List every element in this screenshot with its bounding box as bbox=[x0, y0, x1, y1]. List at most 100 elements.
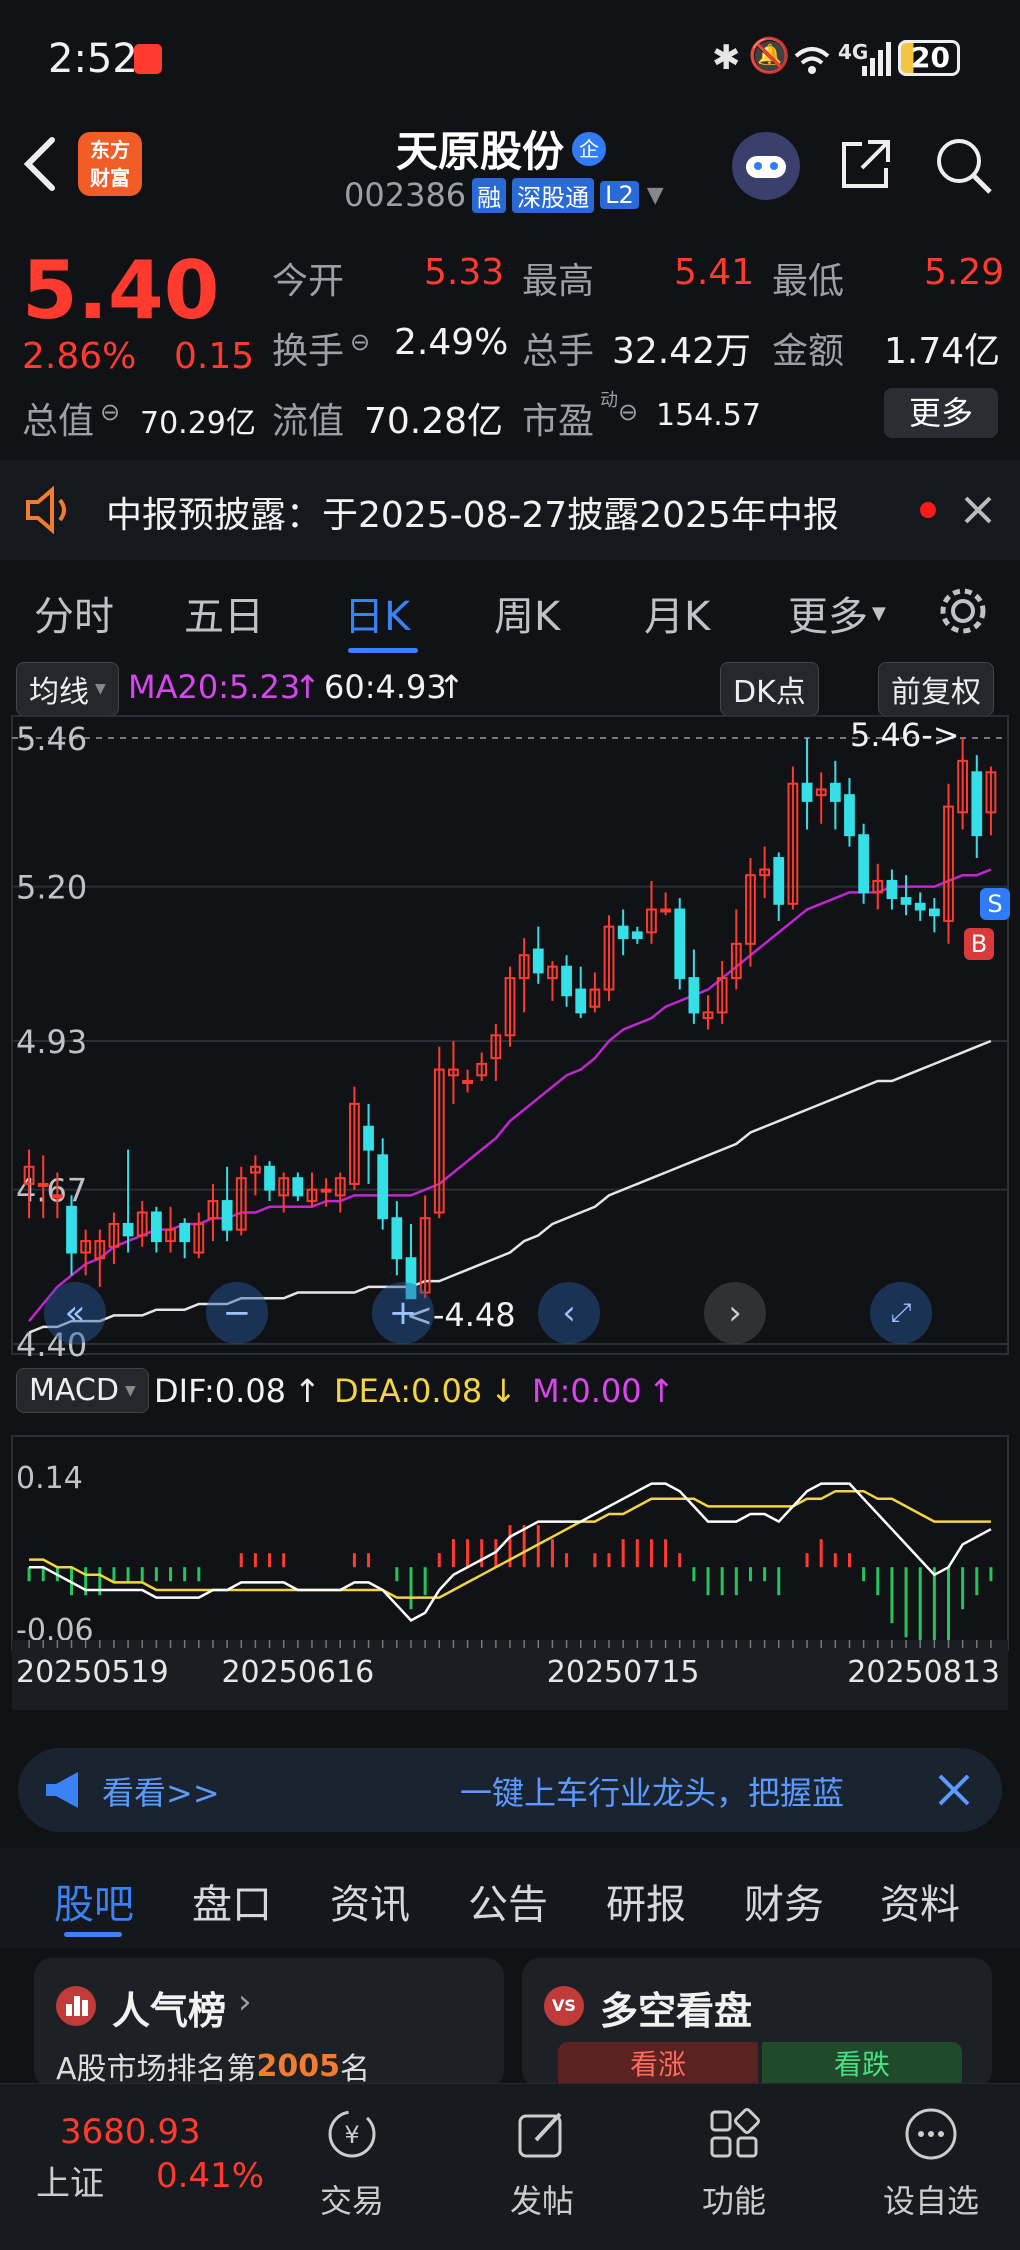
scroll-left-fast-button[interactable]: « bbox=[44, 1282, 106, 1344]
ma60-readout: 60:4.93 bbox=[324, 668, 447, 706]
assistant-avatar[interactable] bbox=[732, 132, 800, 200]
popularity-suffix: 名 bbox=[340, 2052, 371, 2087]
volume-value: 32.42万 bbox=[612, 331, 752, 372]
trade-icon: ¥ bbox=[328, 2110, 376, 2158]
ma20-readout: MA20:5.23 bbox=[128, 668, 301, 706]
megaphone-icon bbox=[46, 1772, 78, 1808]
zoom-in-button[interactable]: + bbox=[372, 1282, 434, 1344]
popularity-card[interactable]: 人气榜 › A股市场排名第 2005 名 bbox=[34, 1958, 504, 2088]
candle-down bbox=[886, 879, 898, 900]
indicator-selector-label: MACD bbox=[29, 1373, 119, 1408]
top-bar: 东方 财富 天原股份 企 002386 融 深股通 L2 ▼ bbox=[0, 110, 1020, 230]
nav-functions[interactable]: 功能 bbox=[682, 2084, 786, 2244]
more-button[interactable]: 更多 bbox=[884, 388, 998, 438]
sub-tabs: 股吧 盘口 资讯 公告 研报 财务 资料 bbox=[0, 1848, 1020, 1948]
tab-more[interactable]: 更多 ▼ bbox=[788, 584, 886, 642]
caret-down-icon: ▼ bbox=[95, 681, 106, 697]
share-icon[interactable] bbox=[838, 136, 894, 192]
max-price-marker: 5.46-> bbox=[850, 716, 960, 754]
ma-selector-label: 均线 bbox=[29, 675, 89, 710]
fullscreen-button[interactable]: ⤢ bbox=[870, 1282, 932, 1344]
tab-announcements[interactable]: 公告 bbox=[468, 1872, 548, 1930]
notice-text: 中报预披露：于2025-08-27披露2025年中报 bbox=[106, 495, 839, 536]
caret-down-icon: ▼ bbox=[872, 602, 886, 624]
volume-label: 总手 bbox=[522, 331, 595, 372]
index-ticker[interactable]: 3680.93 上证 0.41% bbox=[0, 2084, 300, 2244]
caret-down-icon: ▼ bbox=[124, 1382, 136, 1399]
close-icon[interactable] bbox=[934, 1770, 974, 1810]
svg-text:¥: ¥ bbox=[344, 2121, 359, 2149]
up-arrow-icon: ↑ bbox=[294, 668, 321, 706]
indicator-selector[interactable]: MACD ▼ bbox=[16, 1368, 149, 1413]
tab-financials[interactable]: 财务 bbox=[744, 1872, 824, 1930]
index-change: 0.41% bbox=[156, 2156, 265, 2196]
dif-readout: DIF:0.08 bbox=[154, 1372, 287, 1410]
bull-bear-card[interactable]: VS 多空看盘 看涨 看跌 bbox=[522, 1958, 992, 2088]
back-icon[interactable] bbox=[22, 136, 58, 192]
scroll-left-button[interactable]: ‹ bbox=[538, 1282, 600, 1344]
vs-icon: VS bbox=[544, 1986, 584, 2026]
nav-post[interactable]: 发帖 bbox=[490, 2084, 594, 2244]
notice-bar[interactable]: 中报预披露：于2025-08-27披露2025年中报 bbox=[0, 460, 1020, 560]
dea-readout: DEA:0.08 bbox=[334, 1372, 483, 1410]
grid-icon bbox=[710, 2108, 760, 2158]
tab-forum[interactable]: 股吧 bbox=[54, 1872, 134, 1930]
candle-down bbox=[858, 834, 870, 894]
adjust-button[interactable]: 前复权 bbox=[878, 662, 994, 716]
settings-icon[interactable] bbox=[936, 584, 990, 638]
candle-up bbox=[462, 1080, 473, 1085]
open-label: 今开 bbox=[272, 261, 345, 302]
pe-superscript: 动 bbox=[600, 390, 618, 411]
bull-button[interactable]: 看涨 bbox=[558, 2042, 758, 2088]
tab-weekly-k[interactable]: 周K bbox=[494, 584, 560, 642]
candle-down bbox=[674, 908, 686, 980]
candle-down bbox=[264, 1165, 275, 1191]
zoom-out-button[interactable]: − bbox=[206, 1282, 268, 1344]
candle-up bbox=[320, 1188, 332, 1193]
stock-name: 天原股份 bbox=[396, 127, 565, 176]
tab-order-book[interactable]: 盘口 bbox=[192, 1872, 272, 1930]
chart-tabs: 分时 五日 日K 周K 月K 更多 ▼ bbox=[0, 560, 1020, 660]
speaker-icon bbox=[26, 486, 66, 534]
tab-news[interactable]: 资讯 bbox=[330, 1872, 410, 1930]
mktcap-label: 总值 bbox=[22, 401, 95, 442]
candle-down bbox=[150, 1211, 162, 1243]
nav-add-watchlist-label: 设自选 bbox=[882, 2182, 979, 2220]
candle-down bbox=[971, 771, 983, 837]
close-icon[interactable] bbox=[962, 494, 994, 526]
float-value: 70.28亿 bbox=[364, 401, 504, 442]
sell-badge[interactable]: S bbox=[980, 888, 1010, 920]
down-arrow-icon: ↓ bbox=[490, 1372, 517, 1410]
tab-five-day[interactable]: 五日 bbox=[184, 584, 264, 642]
price-tick-label: 4.67 bbox=[16, 1172, 87, 1210]
battery-level: 20 bbox=[911, 41, 950, 74]
nav-post-label: 发帖 bbox=[509, 2182, 574, 2220]
search-icon[interactable] bbox=[932, 134, 994, 196]
info-icon[interactable]: ⊖ bbox=[100, 398, 120, 426]
scroll-right-button[interactable]: › bbox=[704, 1282, 766, 1344]
kline-svg[interactable]: 5.465.204.934.674.400.14-0.0620250519 202… bbox=[0, 710, 1020, 1720]
mktcap-value: 70.29亿 bbox=[140, 406, 256, 441]
turnover-value: 2.49% bbox=[394, 322, 509, 363]
tab-daily-k[interactable]: 日K bbox=[344, 584, 410, 642]
ma-selector[interactable]: 均线 ▼ bbox=[16, 662, 119, 716]
nav-trade[interactable]: ¥ 交易 bbox=[300, 2084, 404, 2244]
info-icon[interactable]: ⊖ bbox=[350, 328, 370, 356]
tab-profile[interactable]: 资料 bbox=[880, 1872, 960, 1930]
info-icon[interactable]: ⊖ bbox=[618, 398, 638, 426]
ad-banner[interactable]: 看看>> 一键上车行业龙头，把握蓝 bbox=[18, 1748, 1002, 1832]
dk-point-button[interactable]: DK点 bbox=[720, 662, 819, 716]
popularity-title: 人气榜 bbox=[112, 1989, 227, 2033]
bear-button[interactable]: 看跌 bbox=[762, 2042, 962, 2088]
tab-research[interactable]: 研报 bbox=[606, 1872, 686, 1930]
nav-add-watchlist[interactable]: 设自选 bbox=[866, 2084, 996, 2244]
tab-monthly-k[interactable]: 月K bbox=[644, 584, 710, 642]
notification-icon bbox=[134, 44, 162, 74]
price-tick-label: 5.20 bbox=[16, 869, 87, 907]
status-time: 2:52 bbox=[48, 36, 138, 82]
chevron-down-icon[interactable]: ▼ bbox=[647, 183, 664, 208]
candle-down bbox=[532, 948, 544, 974]
last-price: 5.40 bbox=[22, 244, 220, 337]
buy-badge[interactable]: B bbox=[964, 928, 994, 960]
tab-intraday[interactable]: 分时 bbox=[34, 584, 114, 642]
